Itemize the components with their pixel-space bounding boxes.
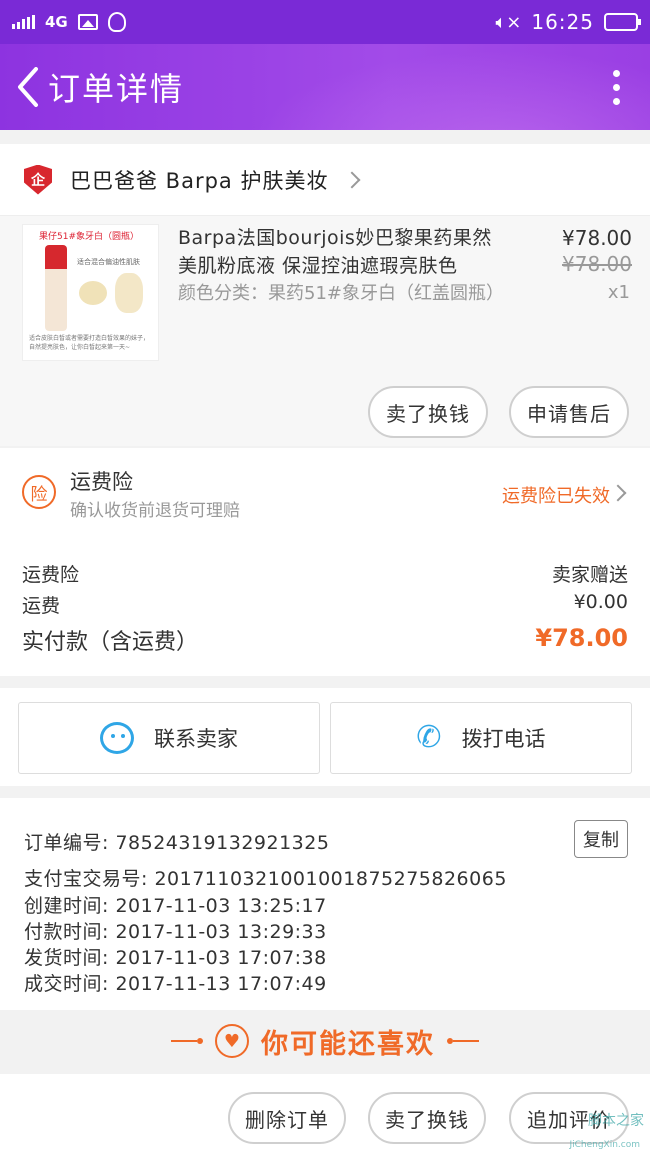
payment-row: 运费险 卖家赠送 [22, 560, 628, 587]
product-quantity: x1 [607, 282, 630, 303]
phone-icon: ✆ [416, 720, 442, 755]
shop-shield-icon: 企 [24, 164, 52, 195]
insurance-subtitle: 确认收货前退货可理赔 [70, 501, 240, 521]
contact-seller-button[interactable]: 联系卖家 [18, 702, 320, 774]
payment-total-label: 实付款（含运费） [22, 630, 199, 655]
page-title: 订单详情 [48, 70, 185, 108]
call-phone-button[interactable]: ✆ 拨打电话 [330, 702, 632, 774]
heart-icon: ♥ [215, 1024, 249, 1058]
copy-button[interactable]: 复制 [574, 820, 628, 858]
sell-exchange-bottom-button[interactable]: 卖了换钱 [368, 1092, 486, 1144]
created-time: 创建时间: 2017-11-03 13:25:17 [24, 895, 327, 917]
clock: 16:25 [531, 10, 594, 34]
payment-total-value: ¥78.00 [535, 624, 628, 652]
product-sku: 颜色分类：果药51#象牙白（红盖圆瓶） [178, 283, 504, 304]
insurance-status: 运费险已失效 [502, 486, 610, 507]
swatch-image [115, 273, 143, 313]
thumbnail-caption: 适合皮肤白皙或者需要打造白皙效果的妹子，自然提亮肤色，让你白皙起来第一天~ [29, 335, 150, 351]
status-bar: 4G 🔈︎× 16:25 [0, 0, 650, 44]
more-vertical-icon[interactable] [613, 69, 620, 105]
chevron-right-icon [343, 171, 361, 188]
swatch-image [79, 281, 107, 305]
payment-total-row: 实付款（含运费） ¥78.00 [22, 624, 628, 656]
product-original-price: ¥78.00 [562, 252, 632, 276]
alipay-trade-number: 支付宝交易号: 2017110321001001875275826065 [24, 868, 507, 890]
back-arrow-icon[interactable] [8, 57, 48, 117]
payment-value: 卖家赠送 [551, 564, 628, 586]
image-notification-icon [77, 14, 98, 30]
app-header: 订单详情 [0, 44, 650, 130]
shipped-time: 发货时间: 2017-11-03 17:07:38 [24, 947, 327, 969]
payment-row: 运费 ¥0.00 [22, 591, 628, 618]
chat-icon [100, 722, 134, 754]
product-thumbnail[interactable]: 果仔51#象牙白（圆瓶） 适合混合偏油性肌肤 适合皮肤白皙或者需要打造白皙效果的… [22, 224, 159, 361]
call-phone-label: 拨打电话 [461, 727, 546, 751]
paid-time: 付款时间: 2017-11-03 13:29:33 [24, 921, 327, 943]
network-type: 4G [45, 13, 68, 31]
product-price: ¥78.00 [562, 226, 632, 250]
thumbnail-subtitle: 适合混合偏油性肌肤 [77, 258, 140, 266]
payment-label: 运费 [22, 595, 61, 617]
mute-icon: 🔈︎× [495, 11, 522, 33]
insurance-title: 运费险 [70, 470, 133, 494]
thumbnail-title: 果仔51#象牙白（圆瓶） [39, 232, 139, 242]
payment-value: ¥0.00 [573, 591, 628, 613]
payment-label: 运费险 [22, 564, 80, 586]
product-name[interactable]: Barpa法国bourjois妙巴黎果药果然美肌粉底液 保湿控油遮瑕亮肤色 [178, 224, 508, 280]
delete-order-button[interactable]: 删除订单 [228, 1092, 346, 1144]
shop-row[interactable]: 企 巴巴爸爸 Barpa 护肤美妆 [0, 144, 650, 216]
battery-icon [604, 13, 641, 31]
after-sale-button[interactable]: 申请售后 [509, 386, 629, 438]
signal-icon [12, 15, 35, 29]
divider [171, 1038, 203, 1044]
contact-seller-label: 联系卖家 [154, 727, 238, 751]
completed-time: 成交时间: 2017-11-13 17:07:49 [24, 973, 327, 995]
insurance-icon: 险 [22, 475, 56, 509]
sell-exchange-button[interactable]: 卖了换钱 [368, 386, 488, 438]
divider [447, 1038, 479, 1044]
watermark-url: JiChengXin.com [569, 1140, 640, 1150]
recommend-title: 你可能还喜欢 [261, 1028, 435, 1060]
order-number: 订单编号: 785243191329213​25 [24, 832, 330, 854]
qq-notification-icon [107, 12, 126, 32]
shop-name: 巴巴爸爸 Barpa 护肤美妆 [70, 168, 329, 193]
recommend-banner: ♥ 你可能还喜欢 [0, 1010, 650, 1072]
watermark-logo: 脚本之家 [588, 1113, 644, 1129]
bottle-image [45, 245, 67, 331]
